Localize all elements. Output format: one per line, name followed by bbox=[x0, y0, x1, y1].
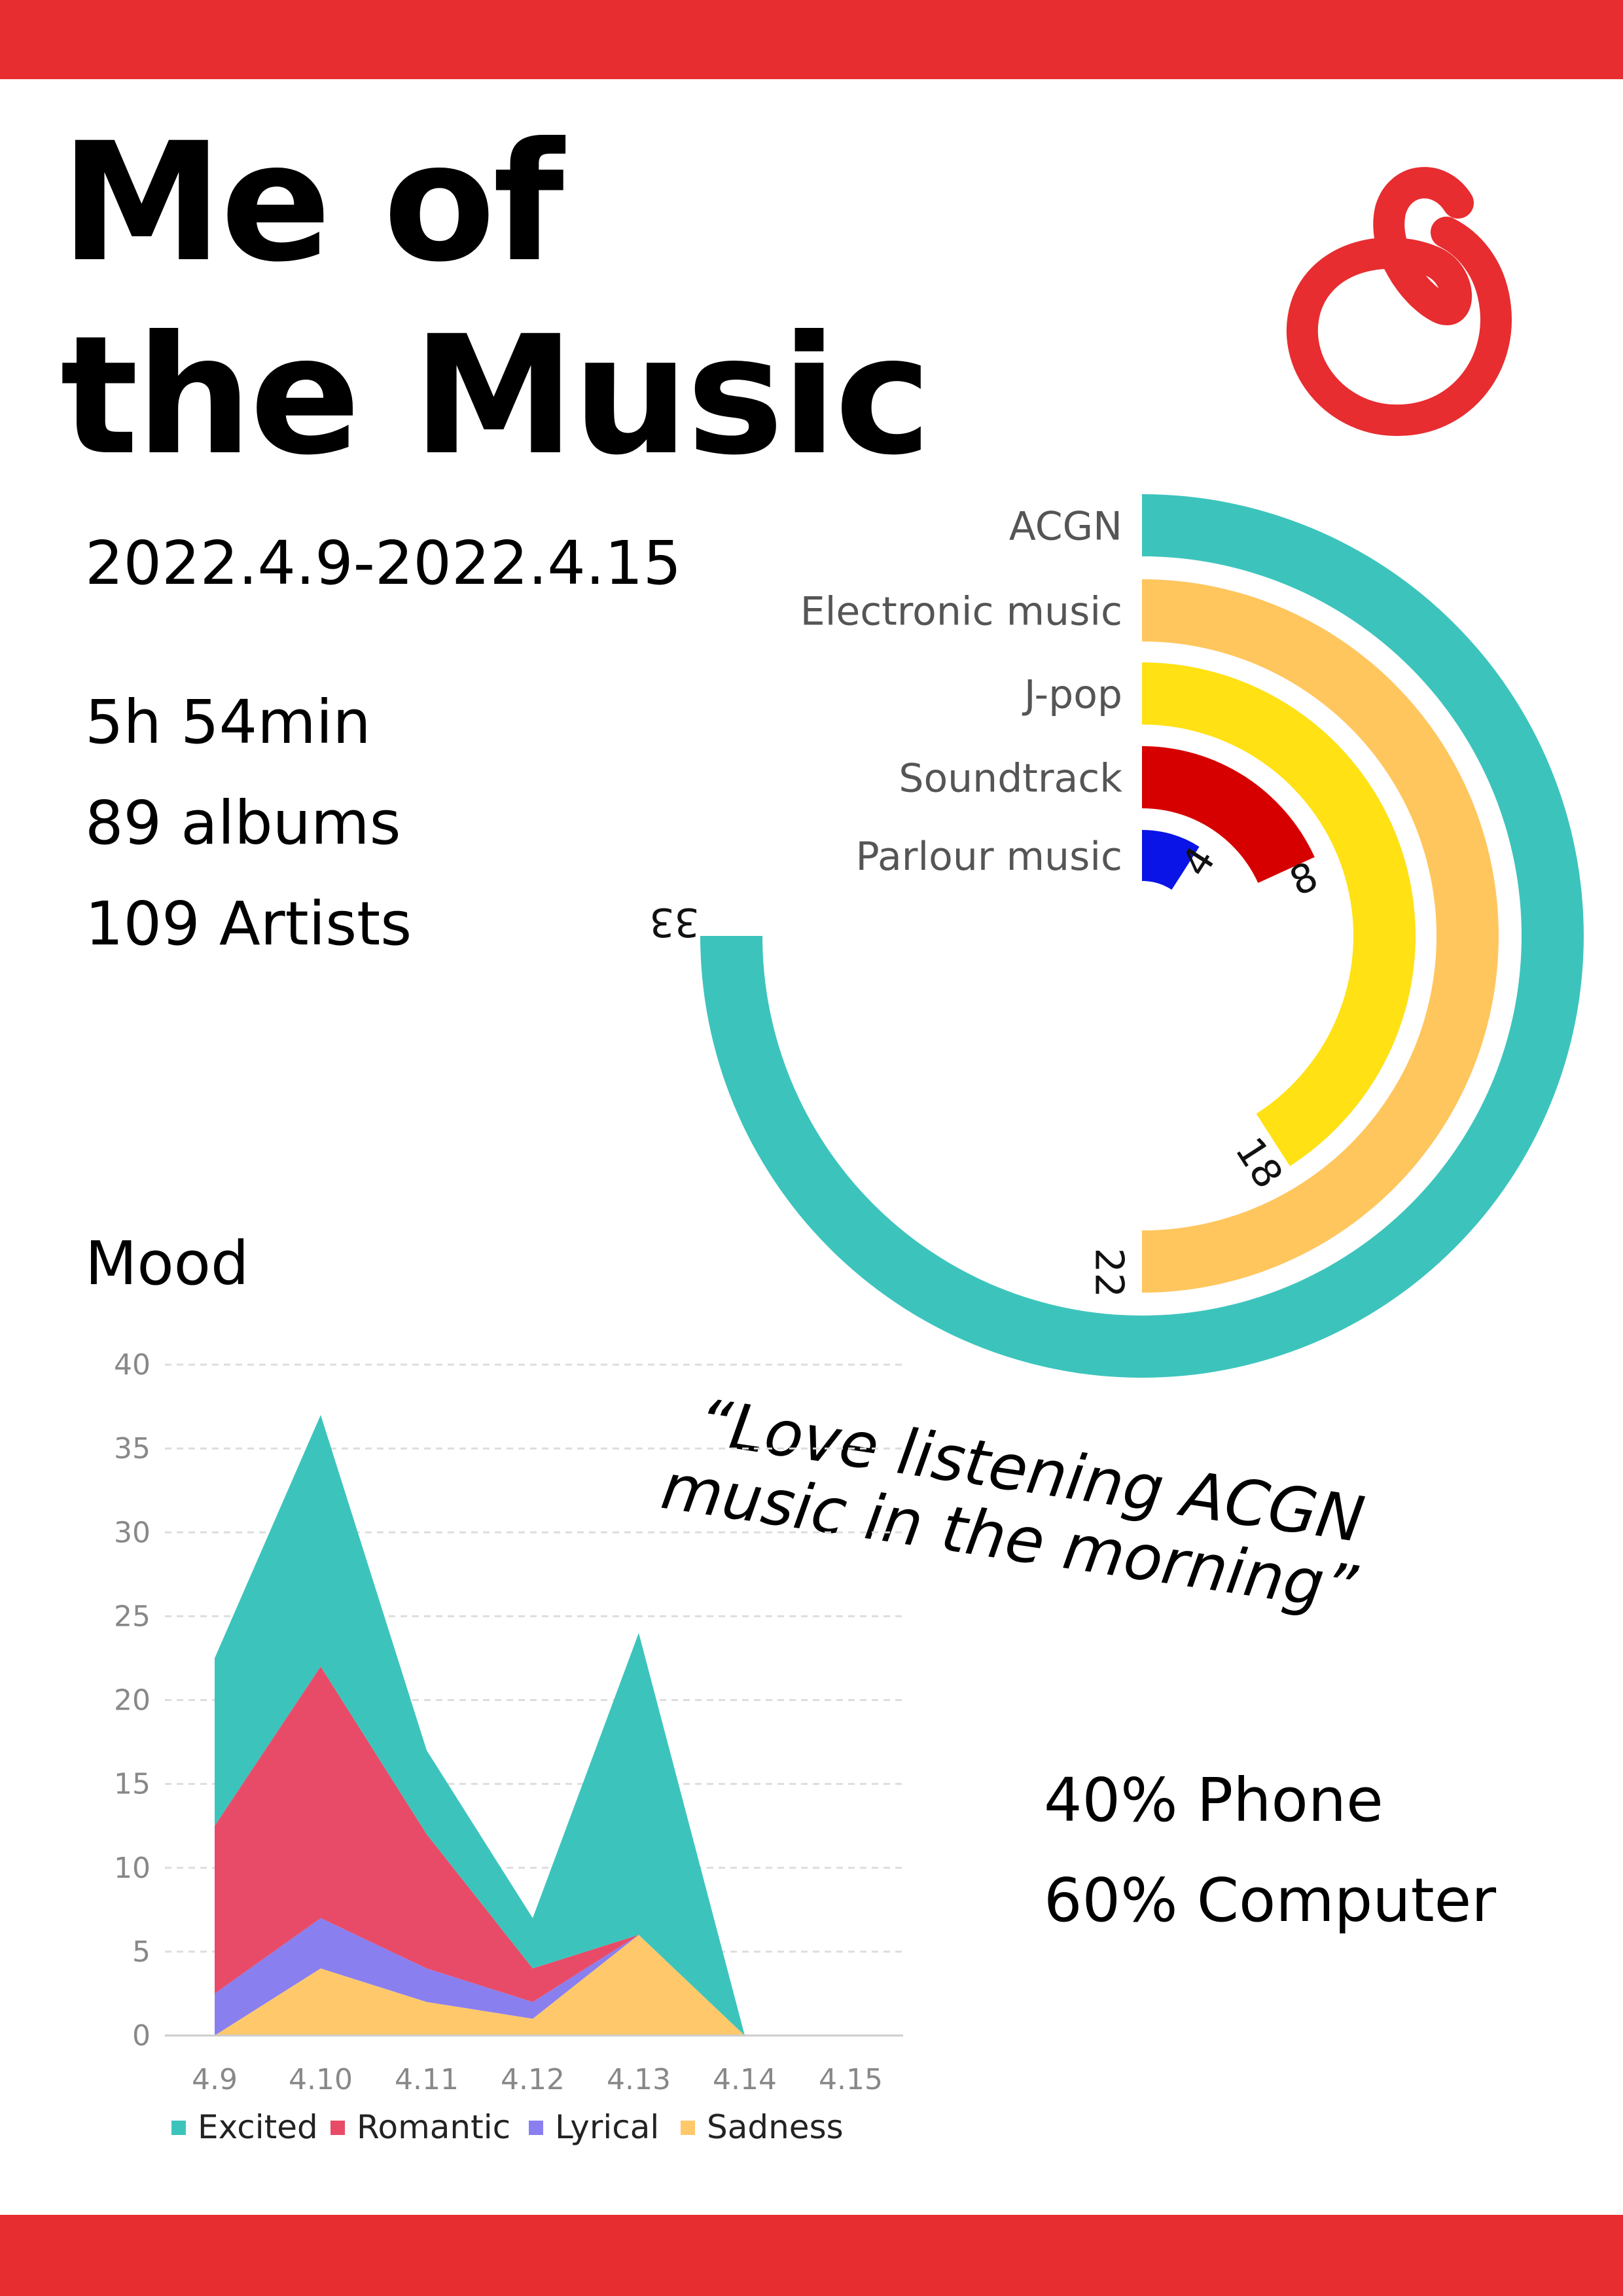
x-tick-label: 4.11 bbox=[395, 2063, 459, 2096]
legend-label: Lyrical bbox=[555, 2108, 659, 2146]
mood-area-chart: 0 5 10 15 20 25 30 35 40 4.9 4.10 4.11 4.12 4.13 4.14 4… bbox=[114, 1348, 903, 2146]
x-tick-label: 4.13 bbox=[607, 2063, 671, 2096]
y-tick-label: 15 bbox=[114, 1768, 151, 1801]
legend-swatch bbox=[529, 2121, 543, 2135]
x-tick-label: 4.9 bbox=[192, 2063, 238, 2096]
legend-label: Romantic bbox=[357, 2108, 510, 2146]
legend-label: Excited bbox=[198, 2108, 318, 2146]
y-tick-label: 20 bbox=[114, 1684, 151, 1717]
y-tick-label: 10 bbox=[114, 1852, 151, 1885]
y-tick-label: 40 bbox=[114, 1348, 151, 1382]
x-tick-label: 4.10 bbox=[289, 2063, 353, 2096]
x-tick-label: 4.14 bbox=[713, 2063, 777, 2096]
y-tick-label: 0 bbox=[132, 2019, 151, 2053]
legend-label: Sadness bbox=[707, 2108, 844, 2146]
x-tick-label: 4.15 bbox=[819, 2063, 883, 2096]
legend-swatch bbox=[681, 2121, 695, 2135]
y-tick-label: 25 bbox=[114, 1600, 151, 1633]
x-tick-label: 4.12 bbox=[501, 2063, 565, 2096]
y-tick-label: 35 bbox=[114, 1432, 151, 1465]
y-tick-label: 5 bbox=[132, 1935, 151, 1969]
legend-swatch bbox=[330, 2121, 345, 2135]
legend-swatch bbox=[171, 2121, 186, 2135]
y-tick-label: 30 bbox=[114, 1516, 151, 1549]
